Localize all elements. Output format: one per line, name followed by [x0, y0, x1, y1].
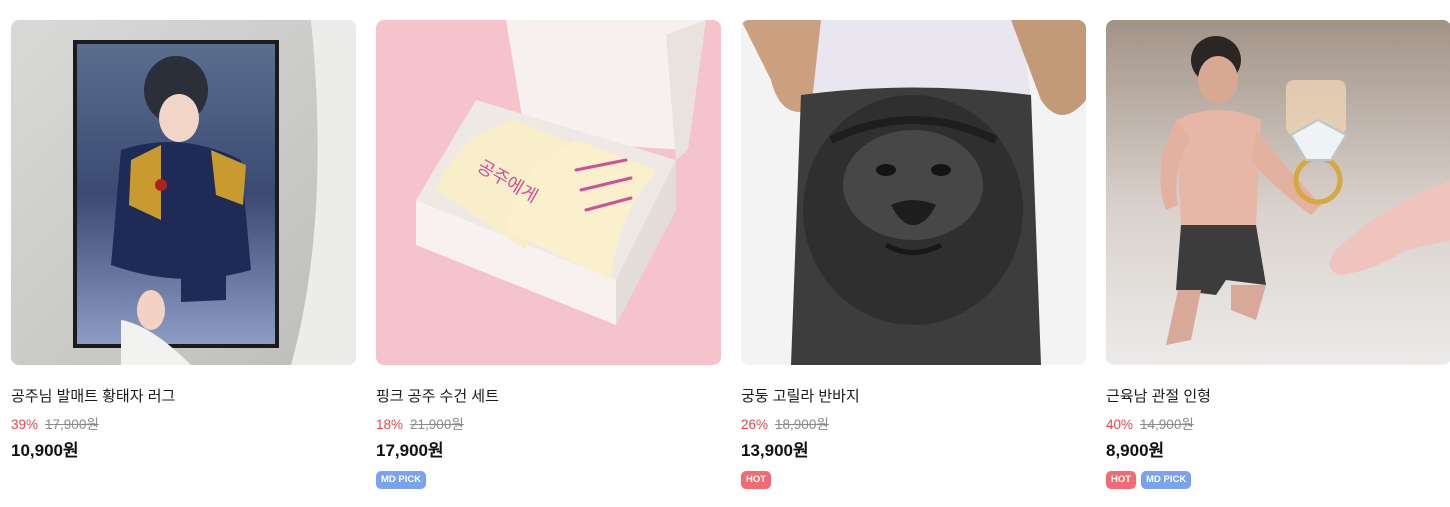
product-name[interactable]: 핑크 공주 수건 세트: [376, 387, 721, 407]
product-grid: 공주님 발매트 황태자 러그 39% 17,900원 10,900원 공주에게 …: [11, 20, 1450, 489]
product-image[interactable]: [11, 20, 356, 365]
sale-price: 13,900원: [741, 441, 809, 460]
product-image[interactable]: [741, 20, 1086, 365]
price-row: 26% 18,900원: [741, 416, 1086, 434]
badge-row: [11, 471, 356, 489]
discount-rate: 26%: [741, 417, 769, 432]
md-pick-badge: MD PICK: [376, 471, 427, 489]
price-row: 39% 17,900원: [11, 416, 356, 434]
sale-price: 17,900원: [376, 441, 444, 460]
badge-row: HOT MD PICK: [1106, 471, 1450, 489]
product-card[interactable]: 근육남 관절 인형 40% 14,900원 8,900원 HOT MD PICK: [1106, 20, 1450, 489]
product-name[interactable]: 궁둥 고릴라 반바지: [741, 387, 1086, 407]
sale-price: 8,900원: [1106, 441, 1165, 460]
md-pick-badge: MD PICK: [1141, 471, 1192, 489]
prince-rug-illustration: [11, 20, 356, 365]
discount-rate: 40%: [1106, 417, 1134, 432]
price-row: 18% 21,900원: [376, 416, 721, 434]
hot-badge: HOT: [1106, 471, 1137, 489]
product-name[interactable]: 공주님 발매트 황태자 러그: [11, 387, 356, 407]
original-price: 17,900원: [45, 417, 99, 432]
product-image[interactable]: 공주에게: [376, 20, 721, 365]
gorilla-shorts-illustration: [741, 20, 1086, 365]
product-card[interactable]: 궁둥 고릴라 반바지 26% 18,900원 13,900원 HOT: [741, 20, 1086, 489]
sale-price: 10,900원: [11, 441, 79, 460]
product-card[interactable]: 공주님 발매트 황태자 러그 39% 17,900원 10,900원: [11, 20, 356, 489]
badge-row: MD PICK: [376, 471, 721, 489]
price-row: 40% 14,900원: [1106, 416, 1450, 434]
product-image[interactable]: [1106, 20, 1450, 365]
muscle-doll-illustration: [1106, 20, 1450, 365]
badge-row: HOT: [741, 471, 1086, 489]
product-card[interactable]: 공주에게 핑크 공주 수건 세트 18% 21,900원 17,900원 MD …: [376, 20, 721, 489]
hot-badge: HOT: [741, 471, 772, 489]
discount-rate: 39%: [11, 417, 39, 432]
towel-box-illustration: 공주에게: [376, 20, 721, 365]
product-name[interactable]: 근육남 관절 인형: [1106, 387, 1450, 407]
original-price: 14,900원: [1140, 417, 1194, 432]
discount-rate: 18%: [376, 417, 404, 432]
original-price: 21,900원: [410, 417, 464, 432]
original-price: 18,900원: [775, 417, 829, 432]
